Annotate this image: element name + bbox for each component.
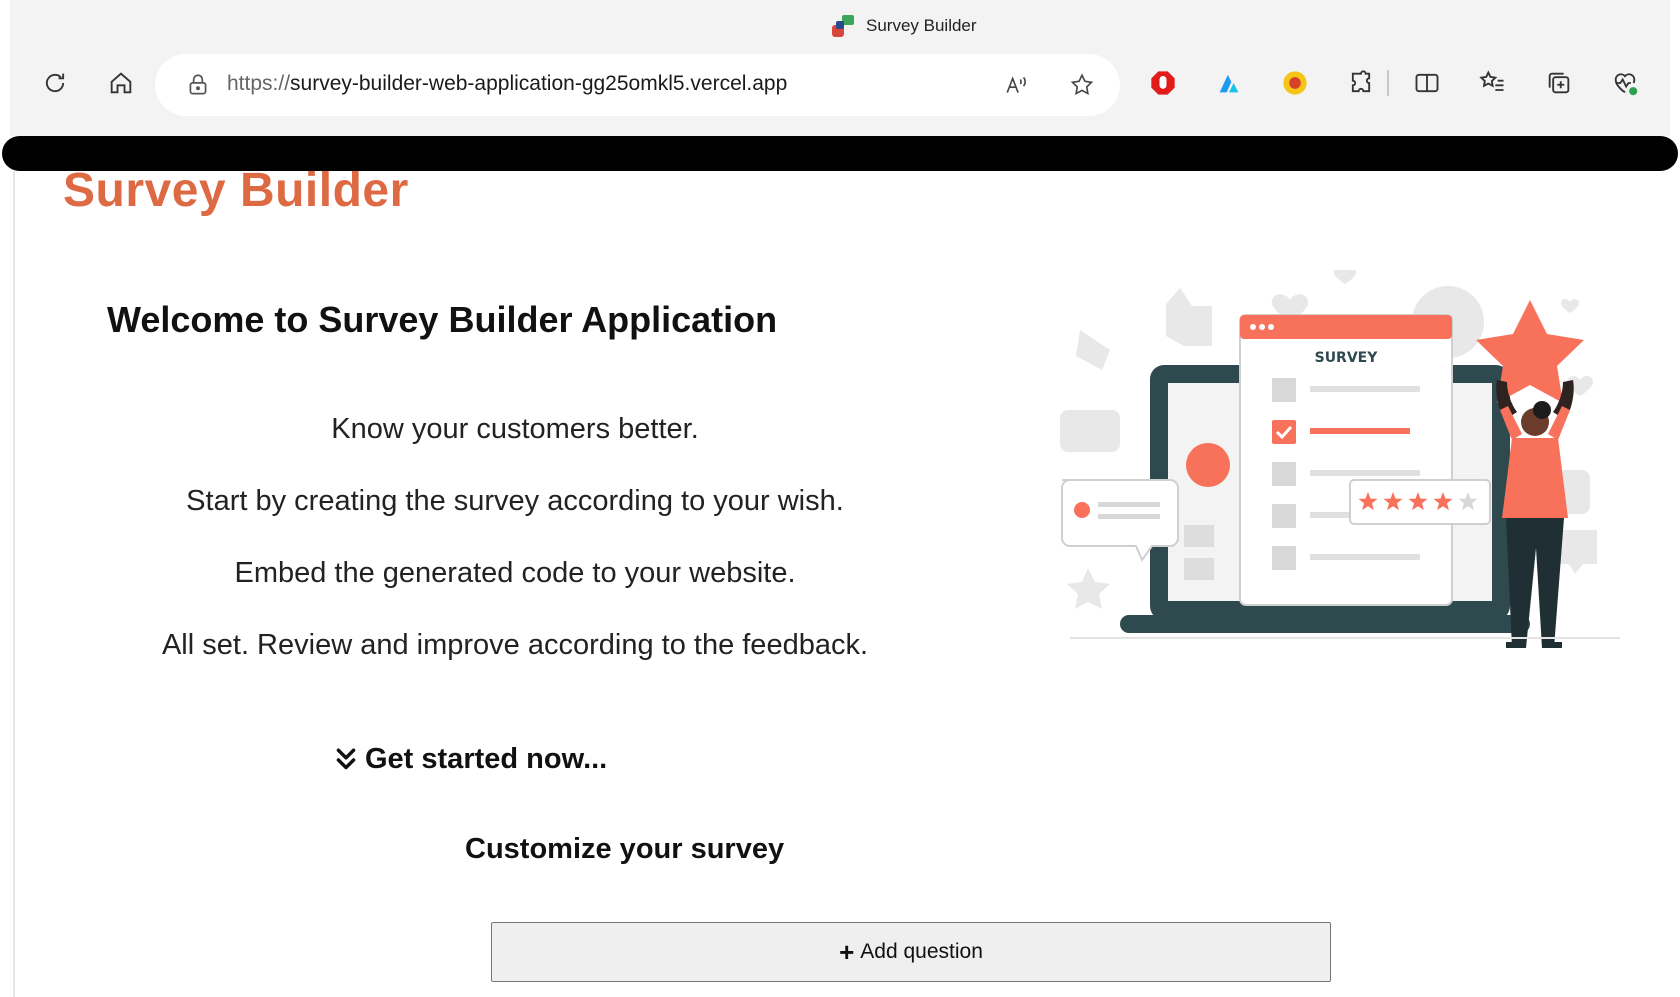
adblock-extension-icon[interactable] [1140, 60, 1186, 106]
home-icon[interactable] [98, 60, 144, 106]
favorite-star-icon[interactable] [1065, 68, 1099, 102]
browser-tab[interactable]: Survey Builder [830, 13, 977, 39]
brand-title[interactable]: Survey Builder [63, 163, 409, 218]
tab-title-text: Survey Builder [866, 16, 977, 35]
step-text: Know your customers better. [331, 413, 699, 445]
double-chevron-down-icon [336, 748, 356, 769]
welcome-heading: Welcome to Survey Builder Application [107, 299, 778, 340]
add-question-button[interactable]: + Add question [491, 922, 1331, 982]
step-text: Start by creating the survey according t… [186, 485, 844, 517]
favorites-list-icon[interactable] [1470, 60, 1516, 106]
get-started-label: Get started now... [365, 743, 608, 775]
lock-icon[interactable] [185, 72, 211, 98]
extensions-puzzle-icon[interactable] [1338, 60, 1384, 106]
extension-icon-3[interactable] [1272, 60, 1318, 106]
refresh-icon[interactable] [32, 60, 78, 106]
browser-titlebar: Survey Builder [10, 0, 1670, 48]
split-screen-icon[interactable] [1404, 60, 1450, 106]
address-bar[interactable]: https://survey-builder-web-application-g… [155, 54, 1120, 116]
step-text: All set. Review and improve according to… [161, 629, 869, 661]
browser-toolbar: https://survey-builder-web-application-g… [10, 48, 1670, 136]
survey-illustration: SURVEY [1060, 270, 1620, 648]
toolbar-separator [1387, 70, 1389, 96]
steps-list: Know your customers better. Start by cre… [55, 411, 975, 699]
survey-label: SURVEY [1315, 350, 1379, 366]
read-aloud-icon[interactable] [1000, 68, 1034, 102]
laptop-base [1120, 615, 1530, 633]
extension-icon-2[interactable] [1206, 60, 1252, 106]
collections-icon[interactable] [1536, 60, 1582, 106]
browser-essentials-icon[interactable] [1602, 60, 1648, 106]
tab-favicon-icon [830, 13, 856, 39]
url-text[interactable]: https://survey-builder-web-application-g… [227, 72, 787, 96]
plus-icon: + [839, 937, 855, 967]
add-question-label: Add question [860, 940, 983, 963]
get-started-link[interactable]: Get started now... [335, 743, 607, 776]
customize-heading: Customize your survey [465, 833, 785, 865]
step-text: Embed the generated code to your website… [234, 557, 796, 589]
